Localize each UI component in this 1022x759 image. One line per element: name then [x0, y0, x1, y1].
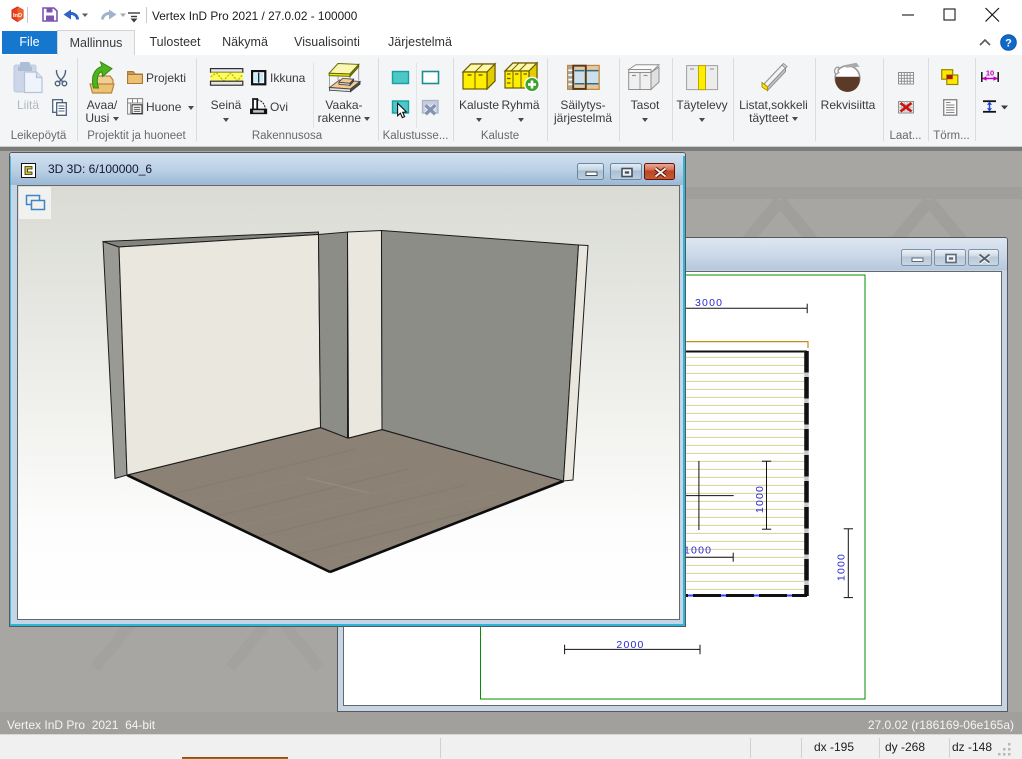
svg-text:?: ?: [1005, 37, 1012, 49]
svg-text:1000: 1000: [684, 545, 712, 557]
svg-text:10: 10: [986, 69, 994, 78]
svg-text:3000: 3000: [695, 297, 723, 309]
svg-text:1000: 1000: [836, 553, 848, 581]
svg-text:InD: InD: [13, 13, 22, 19]
svg-text:1000: 1000: [754, 485, 766, 513]
svg-text:2000: 2000: [616, 639, 644, 651]
